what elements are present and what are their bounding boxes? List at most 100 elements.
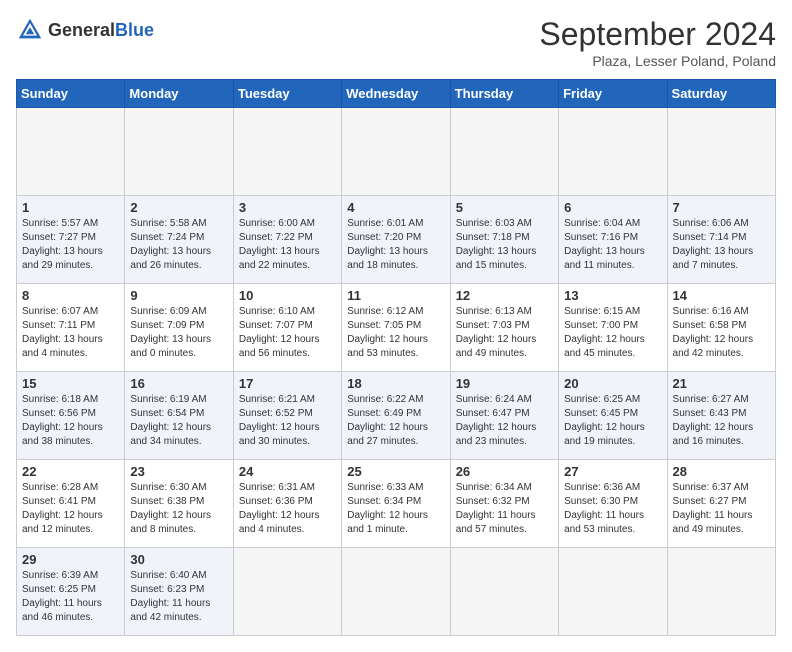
calendar-cell: 4 Sunrise: 6:01 AM Sunset: 7:20 PM Daylig… (342, 196, 450, 284)
day-number: 23 (130, 464, 227, 479)
day-number: 4 (347, 200, 444, 215)
weekday-header-monday: Monday (125, 80, 233, 108)
calendar-cell: 19Sunrise: 6:24 AM Sunset: 6:47 PM Dayli… (450, 372, 558, 460)
weekday-header-friday: Friday (559, 80, 667, 108)
day-info: Sunrise: 6:25 AM Sunset: 6:45 PM Dayligh… (564, 393, 661, 449)
day-info: Sunrise: 6:09 AM Sunset: 7:09 PM Dayligh… (130, 305, 227, 361)
day-info: Sunrise: 6:21 AM Sunset: 6:52 PM Dayligh… (239, 393, 336, 449)
calendar-week-row: 8 Sunrise: 6:07 AM Sunset: 7:11 PM Daylig… (17, 284, 776, 372)
day-number: 22 (22, 464, 119, 479)
day-number: 18 (347, 376, 444, 391)
weekday-header-thursday: Thursday (450, 80, 558, 108)
logo-blue: Blue (115, 20, 154, 40)
calendar-cell: 25Sunrise: 6:33 AM Sunset: 6:34 PM Dayli… (342, 460, 450, 548)
calendar-cell (233, 548, 341, 636)
day-number: 2 (130, 200, 227, 215)
day-info: Sunrise: 6:28 AM Sunset: 6:41 PM Dayligh… (22, 481, 119, 537)
title-area: September 2024 Plaza, Lesser Poland, Pol… (539, 16, 776, 69)
day-number: 24 (239, 464, 336, 479)
calendar-cell: 2Sunrise: 5:58 AM Sunset: 7:24 PM Daylig… (125, 196, 233, 284)
calendar-cell (125, 108, 233, 196)
day-number: 13 (564, 288, 661, 303)
calendar-cell: 3 Sunrise: 6:00 AM Sunset: 7:22 PM Daylig… (233, 196, 341, 284)
calendar-cell (559, 108, 667, 196)
day-info: Sunrise: 6:00 AM Sunset: 7:22 PM Dayligh… (239, 217, 336, 273)
day-info: Sunrise: 6:30 AM Sunset: 6:38 PM Dayligh… (130, 481, 227, 537)
calendar-cell: 6 Sunrise: 6:04 AM Sunset: 7:16 PM Daylig… (559, 196, 667, 284)
day-number: 26 (456, 464, 553, 479)
calendar-cell: 15 Sunrise: 6:18 AM Sunset: 6:56 PM Dayli… (17, 372, 125, 460)
day-info: Sunrise: 6:18 AM Sunset: 6:56 PM Dayligh… (22, 393, 119, 449)
calendar-cell (450, 548, 558, 636)
day-info: Sunrise: 6:03 AM Sunset: 7:18 PM Dayligh… (456, 217, 553, 273)
day-info: Sunrise: 6:13 AM Sunset: 7:03 PM Dayligh… (456, 305, 553, 361)
day-info: Sunrise: 6:27 AM Sunset: 6:43 PM Dayligh… (673, 393, 770, 449)
calendar-cell: 28Sunrise: 6:37 AM Sunset: 6:27 PM Dayli… (667, 460, 775, 548)
day-number: 30 (130, 552, 227, 567)
calendar-cell: 9Sunrise: 6:09 AM Sunset: 7:09 PM Daylig… (125, 284, 233, 372)
calendar-cell: 20Sunrise: 6:25 AM Sunset: 6:45 PM Dayli… (559, 372, 667, 460)
day-number: 7 (673, 200, 770, 215)
calendar-cell: 23 Sunrise: 6:30 AM Sunset: 6:38 PM Dayli… (125, 460, 233, 548)
day-number: 17 (239, 376, 336, 391)
day-number: 10 (239, 288, 336, 303)
calendar-week-row: 15 Sunrise: 6:18 AM Sunset: 6:56 PM Dayli… (17, 372, 776, 460)
day-number: 3 (239, 200, 336, 215)
day-info: Sunrise: 6:39 AM Sunset: 6:25 PM Dayligh… (22, 569, 119, 625)
calendar-cell: 14 Sunrise: 6:16 AM Sunset: 6:58 PM Dayli… (667, 284, 775, 372)
day-number: 14 (673, 288, 770, 303)
day-info: Sunrise: 6:07 AM Sunset: 7:11 PM Dayligh… (22, 305, 119, 361)
calendar-cell (342, 108, 450, 196)
day-info: Sunrise: 6:15 AM Sunset: 7:00 PM Dayligh… (564, 305, 661, 361)
day-number: 21 (673, 376, 770, 391)
day-number: 29 (22, 552, 119, 567)
calendar-cell (667, 548, 775, 636)
day-info: Sunrise: 6:01 AM Sunset: 7:20 PM Dayligh… (347, 217, 444, 273)
calendar-cell: 13 Sunrise: 6:15 AM Sunset: 7:00 PM Dayli… (559, 284, 667, 372)
day-info: Sunrise: 6:06 AM Sunset: 7:14 PM Dayligh… (673, 217, 770, 273)
calendar-cell: 27 Sunrise: 6:36 AM Sunset: 6:30 PM Dayli… (559, 460, 667, 548)
calendar-cell: 10 Sunrise: 6:10 AM Sunset: 7:07 PM Dayli… (233, 284, 341, 372)
day-number: 8 (22, 288, 119, 303)
day-number: 6 (564, 200, 661, 215)
calendar-week-row: 1 Sunrise: 5:57 AM Sunset: 7:27 PM Daylig… (17, 196, 776, 284)
day-info: Sunrise: 5:57 AM Sunset: 7:27 PM Dayligh… (22, 217, 119, 273)
month-title: September 2024 (539, 16, 776, 53)
calendar-week-row: 29 Sunrise: 6:39 AM Sunset: 6:25 PM Dayli… (17, 548, 776, 636)
calendar-week-row: 22 Sunrise: 6:28 AM Sunset: 6:41 PM Dayli… (17, 460, 776, 548)
day-info: Sunrise: 6:22 AM Sunset: 6:49 PM Dayligh… (347, 393, 444, 449)
calendar-week-row (17, 108, 776, 196)
calendar-cell: 1 Sunrise: 5:57 AM Sunset: 7:27 PM Daylig… (17, 196, 125, 284)
calendar-cell (233, 108, 341, 196)
day-number: 1 (22, 200, 119, 215)
weekday-header-tuesday: Tuesday (233, 80, 341, 108)
calendar-cell: 22 Sunrise: 6:28 AM Sunset: 6:41 PM Dayli… (17, 460, 125, 548)
day-info: Sunrise: 6:31 AM Sunset: 6:36 PM Dayligh… (239, 481, 336, 537)
calendar-cell (559, 548, 667, 636)
day-number: 11 (347, 288, 444, 303)
calendar-cell (17, 108, 125, 196)
day-info: Sunrise: 6:34 AM Sunset: 6:32 PM Dayligh… (456, 481, 553, 537)
day-info: Sunrise: 6:33 AM Sunset: 6:34 PM Dayligh… (347, 481, 444, 537)
day-number: 27 (564, 464, 661, 479)
calendar-cell: 12 Sunrise: 6:13 AM Sunset: 7:03 PM Dayli… (450, 284, 558, 372)
calendar-cell: 16Sunrise: 6:19 AM Sunset: 6:54 PM Dayli… (125, 372, 233, 460)
day-info: Sunrise: 6:24 AM Sunset: 6:47 PM Dayligh… (456, 393, 553, 449)
day-info: Sunrise: 6:16 AM Sunset: 6:58 PM Dayligh… (673, 305, 770, 361)
day-info: Sunrise: 6:10 AM Sunset: 7:07 PM Dayligh… (239, 305, 336, 361)
calendar-cell (667, 108, 775, 196)
day-number: 5 (456, 200, 553, 215)
weekday-header-row: SundayMondayTuesdayWednesdayThursdayFrid… (17, 80, 776, 108)
calendar-cell: 29 Sunrise: 6:39 AM Sunset: 6:25 PM Dayli… (17, 548, 125, 636)
day-info: Sunrise: 6:36 AM Sunset: 6:30 PM Dayligh… (564, 481, 661, 537)
calendar-table: SundayMondayTuesdayWednesdayThursdayFrid… (16, 79, 776, 636)
day-number: 12 (456, 288, 553, 303)
calendar-cell: 30Sunrise: 6:40 AM Sunset: 6:23 PM Dayli… (125, 548, 233, 636)
calendar-cell: 8 Sunrise: 6:07 AM Sunset: 7:11 PM Daylig… (17, 284, 125, 372)
location-title: Plaza, Lesser Poland, Poland (539, 53, 776, 69)
page-header: GeneralBlue September 2024 Plaza, Lesser… (16, 16, 776, 69)
day-info: Sunrise: 6:04 AM Sunset: 7:16 PM Dayligh… (564, 217, 661, 273)
day-number: 15 (22, 376, 119, 391)
logo: GeneralBlue (16, 16, 154, 44)
calendar-cell: 21 Sunrise: 6:27 AM Sunset: 6:43 PM Dayli… (667, 372, 775, 460)
